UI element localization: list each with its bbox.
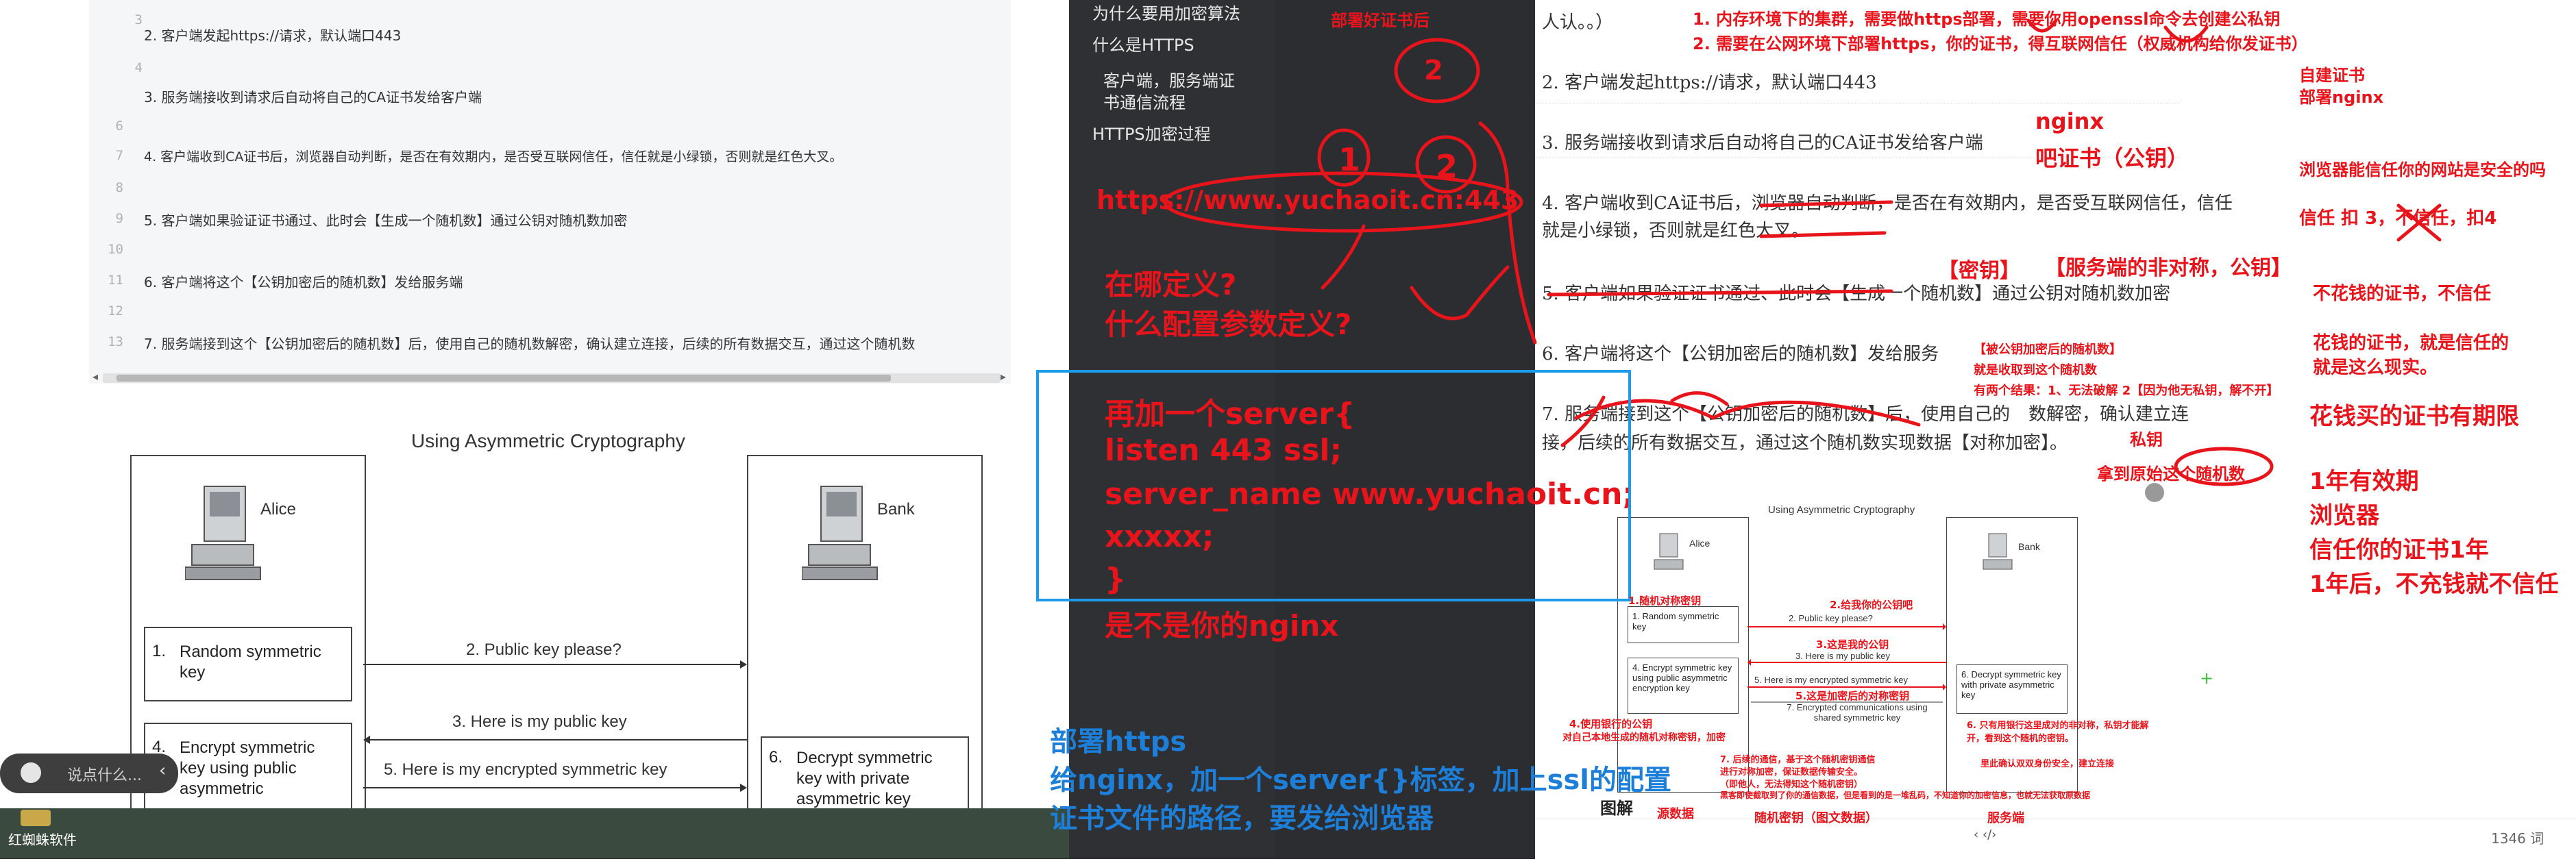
arrow-right bbox=[363, 784, 747, 792]
code-block: 3 22. 客户端发起https://请求，默认端口443 4 63. 服务端接… bbox=[89, 0, 1011, 384]
line-number: 11 bbox=[108, 273, 123, 288]
annotation: 1. 内存环境下的集群，需要做https部署，需要你用openssl命令去创建公… bbox=[1693, 10, 2281, 29]
line-number: 12 bbox=[108, 303, 123, 319]
annotation: nginx bbox=[2035, 108, 2105, 134]
step6-box: 6. Decrypt symmetric key with private as… bbox=[761, 736, 969, 814]
step-text: Decrypt symmetric key with private asymm… bbox=[796, 749, 933, 808]
code-line: 13 7. 服务端接到这个【公钥加密后的随机数】后，使用自己的随机数解密，确认建立… bbox=[89, 322, 1011, 363]
annotation-blue: 给nginx，加一个server{}标签，加上ssl的配置 bbox=[1050, 764, 1671, 796]
annotation: 信任你的证书1年 bbox=[2309, 536, 2489, 564]
annotation: 黑客即使截取到了你的通信数据，但是看到的是一堆乱码，不知道你的加密信息，也就无法… bbox=[1720, 790, 2091, 800]
app-icon[interactable] bbox=[21, 810, 51, 826]
annotation: 随机密钥（图文数据） bbox=[1754, 811, 1878, 825]
line-number: 7 bbox=[115, 148, 123, 163]
smiley-icon[interactable] bbox=[21, 762, 41, 783]
annotation: 4.使用银行的公钥 bbox=[1569, 718, 1653, 730]
line-number: 4 bbox=[134, 60, 143, 75]
annotation: 拿到原始这个随机数 bbox=[2097, 464, 2245, 484]
annotation: 2 bbox=[1436, 148, 1458, 185]
annotation: 源数据 bbox=[1657, 807, 1694, 821]
taskbar: 红蜘蛛软件 bbox=[0, 808, 1069, 858]
comment-input[interactable]: 说点什么... ‹ bbox=[0, 754, 178, 793]
annotation: 浏览器能信任你的网站是安全的吗 bbox=[2299, 160, 2546, 179]
annotation: 7. 后续的通信，基于这个随机密钥通信 bbox=[1720, 755, 1876, 765]
code-text: 3. 服务端接收到请求后自动将自己的CA证书发给客户端 bbox=[144, 89, 482, 105]
left-document-pane: 3 22. 客户端发起https://请求，默认端口443 4 63. 服务端接… bbox=[0, 0, 1069, 858]
highlight-box bbox=[1036, 370, 1631, 601]
annotation: 不花钱的证书，不信任 bbox=[2313, 284, 2492, 304]
collapse-icon[interactable]: ‹ bbox=[159, 760, 166, 781]
annotation: 在哪定义? bbox=[1105, 268, 1237, 301]
annotation: 服务端 bbox=[1987, 811, 2024, 825]
annotation: （即他人，无法得知这个随机密钥） bbox=[1720, 780, 1863, 790]
line-number: 10 bbox=[108, 242, 123, 257]
annotation: 里此确认双双身份安全，建立连接 bbox=[1980, 759, 2115, 769]
annotation: 2. 需要在公网环境下部署https，你的证书，得互联网信任（权威机构给你发证书… bbox=[1693, 34, 2308, 53]
annotation: 浏览器 bbox=[2309, 502, 2379, 530]
scroll-left-arrow[interactable]: ◂ bbox=[93, 370, 98, 383]
step-number: 1. bbox=[152, 642, 167, 660]
diagram-caption: 图解 bbox=[1600, 799, 1633, 818]
annotation: 【密钥】 bbox=[1938, 259, 2020, 283]
step-text: Encrypt symmetric key using public asymm… bbox=[180, 738, 315, 798]
step-number: 6. bbox=[769, 748, 783, 767]
annotation: 就是收取到这个随机数 bbox=[1974, 363, 2097, 377]
annotation: 3.这是我的公钥 bbox=[1816, 638, 1889, 651]
annotation: 吧证书（公钥） bbox=[2035, 145, 2189, 171]
scroll-right-arrow[interactable]: ▸ bbox=[1001, 370, 1006, 383]
horizontal-scrollbar[interactable] bbox=[103, 373, 1001, 383]
scrollbar-thumb[interactable] bbox=[116, 375, 891, 382]
step-text: Random symmetric key bbox=[180, 643, 321, 682]
annotation: 1.随机对称密钥 bbox=[1628, 595, 1702, 607]
step2-label: 2. Public key please? bbox=[466, 640, 622, 659]
annotation: 1年后，不充钱就不信任 bbox=[2309, 571, 2559, 598]
annotation: 5.这是加密后的对称密钥 bbox=[1795, 690, 1910, 702]
step5-label: 5. Here is my encrypted symmetric key bbox=[384, 760, 667, 779]
line-number: 8 bbox=[115, 180, 123, 195]
annotation: 信任 扣 3，不信任，扣4 bbox=[2299, 208, 2497, 229]
annotation: 进行对称加密，保证数据传输安全。 bbox=[1720, 767, 1863, 777]
computer-icon bbox=[802, 486, 878, 580]
annotation-blue: 证书文件的路径，要发给浏览器 bbox=[1050, 803, 1434, 834]
annotation: 自建证书 bbox=[2299, 66, 2365, 85]
annotation: 部署好证书后 bbox=[1331, 11, 1430, 30]
annotation: 有两个结果：1、无法破解 2【因为他无私钥，解不开】 bbox=[1974, 384, 2279, 398]
annotation: 就是这么现实。 bbox=[2313, 358, 2438, 378]
annotation: 2 bbox=[1424, 55, 1443, 86]
line-number: 6 bbox=[115, 119, 123, 134]
annotation: 1 bbox=[1338, 141, 1361, 178]
annotation: 部署nginx bbox=[2299, 88, 2384, 107]
code-text: 6. 客户端将这个【公钥加密后的随机数】发给服务端 bbox=[144, 274, 463, 290]
bank-label: Bank bbox=[877, 500, 915, 519]
annotation: 什么配置参数定义? bbox=[1105, 308, 1352, 341]
annotation: 2.给我你的公钥吧 bbox=[1830, 599, 1913, 611]
step1-box: 1. Random symmetric key bbox=[144, 627, 352, 701]
annotation: 花钱的证书，就是信任的 bbox=[2313, 333, 2510, 353]
computer-icon bbox=[185, 486, 261, 580]
comment-placeholder[interactable]: 说点什么... bbox=[67, 763, 142, 785]
step3-label: 3. Here is my public key bbox=[452, 712, 627, 731]
alice-label: Alice bbox=[260, 500, 297, 519]
diagram-title: Using Asymmetric Cryptography bbox=[411, 430, 685, 451]
annotation: 花钱买的证书有期限 bbox=[2309, 403, 2519, 430]
arrow-left bbox=[363, 736, 747, 744]
code-text: 4. 客户端收到CA证书后，浏览器自动判断，是否在有效期内，是否受互联网信任，信… bbox=[144, 149, 843, 164]
arrow-right bbox=[363, 660, 747, 669]
annotation: 是不是你的nginx bbox=[1105, 609, 1339, 643]
annotation: 对自己本地生成的随机对称密钥，加密 bbox=[1562, 732, 1726, 743]
annotation-url: https://www.yuchaoit.cn:443 bbox=[1096, 185, 1519, 215]
annotation-blue: 部署https bbox=[1050, 726, 1187, 758]
code-text: 5. 客户端如果验证证书通过、此时会【生成一个随机数】通过公钥对随机数加密 bbox=[144, 212, 628, 229]
code-text: 7. 服务端接到这个【公钥加密后的随机数】后，使用自己的随机数解密，确认建立连接… bbox=[144, 336, 916, 352]
annotation: 私钥 bbox=[2130, 430, 2163, 449]
line-number: 13 bbox=[108, 334, 123, 349]
annotation: 【服务端的非对称，公钥】 bbox=[2045, 256, 2292, 280]
line-number: 9 bbox=[115, 211, 123, 226]
code-text: 2. 客户端发起https://请求，默认端口443 bbox=[144, 27, 402, 44]
app-label[interactable]: 红蜘蛛软件 bbox=[8, 829, 77, 849]
annotation: 1年有效期 bbox=[2309, 468, 2419, 495]
annotation: 【被公钥加密后的随机数】 bbox=[1974, 343, 2122, 357]
annotation: 6. 只有用银行这里成对的非对称，私钥才能解开，看到这个随机的密钥。 bbox=[1967, 721, 2149, 744]
